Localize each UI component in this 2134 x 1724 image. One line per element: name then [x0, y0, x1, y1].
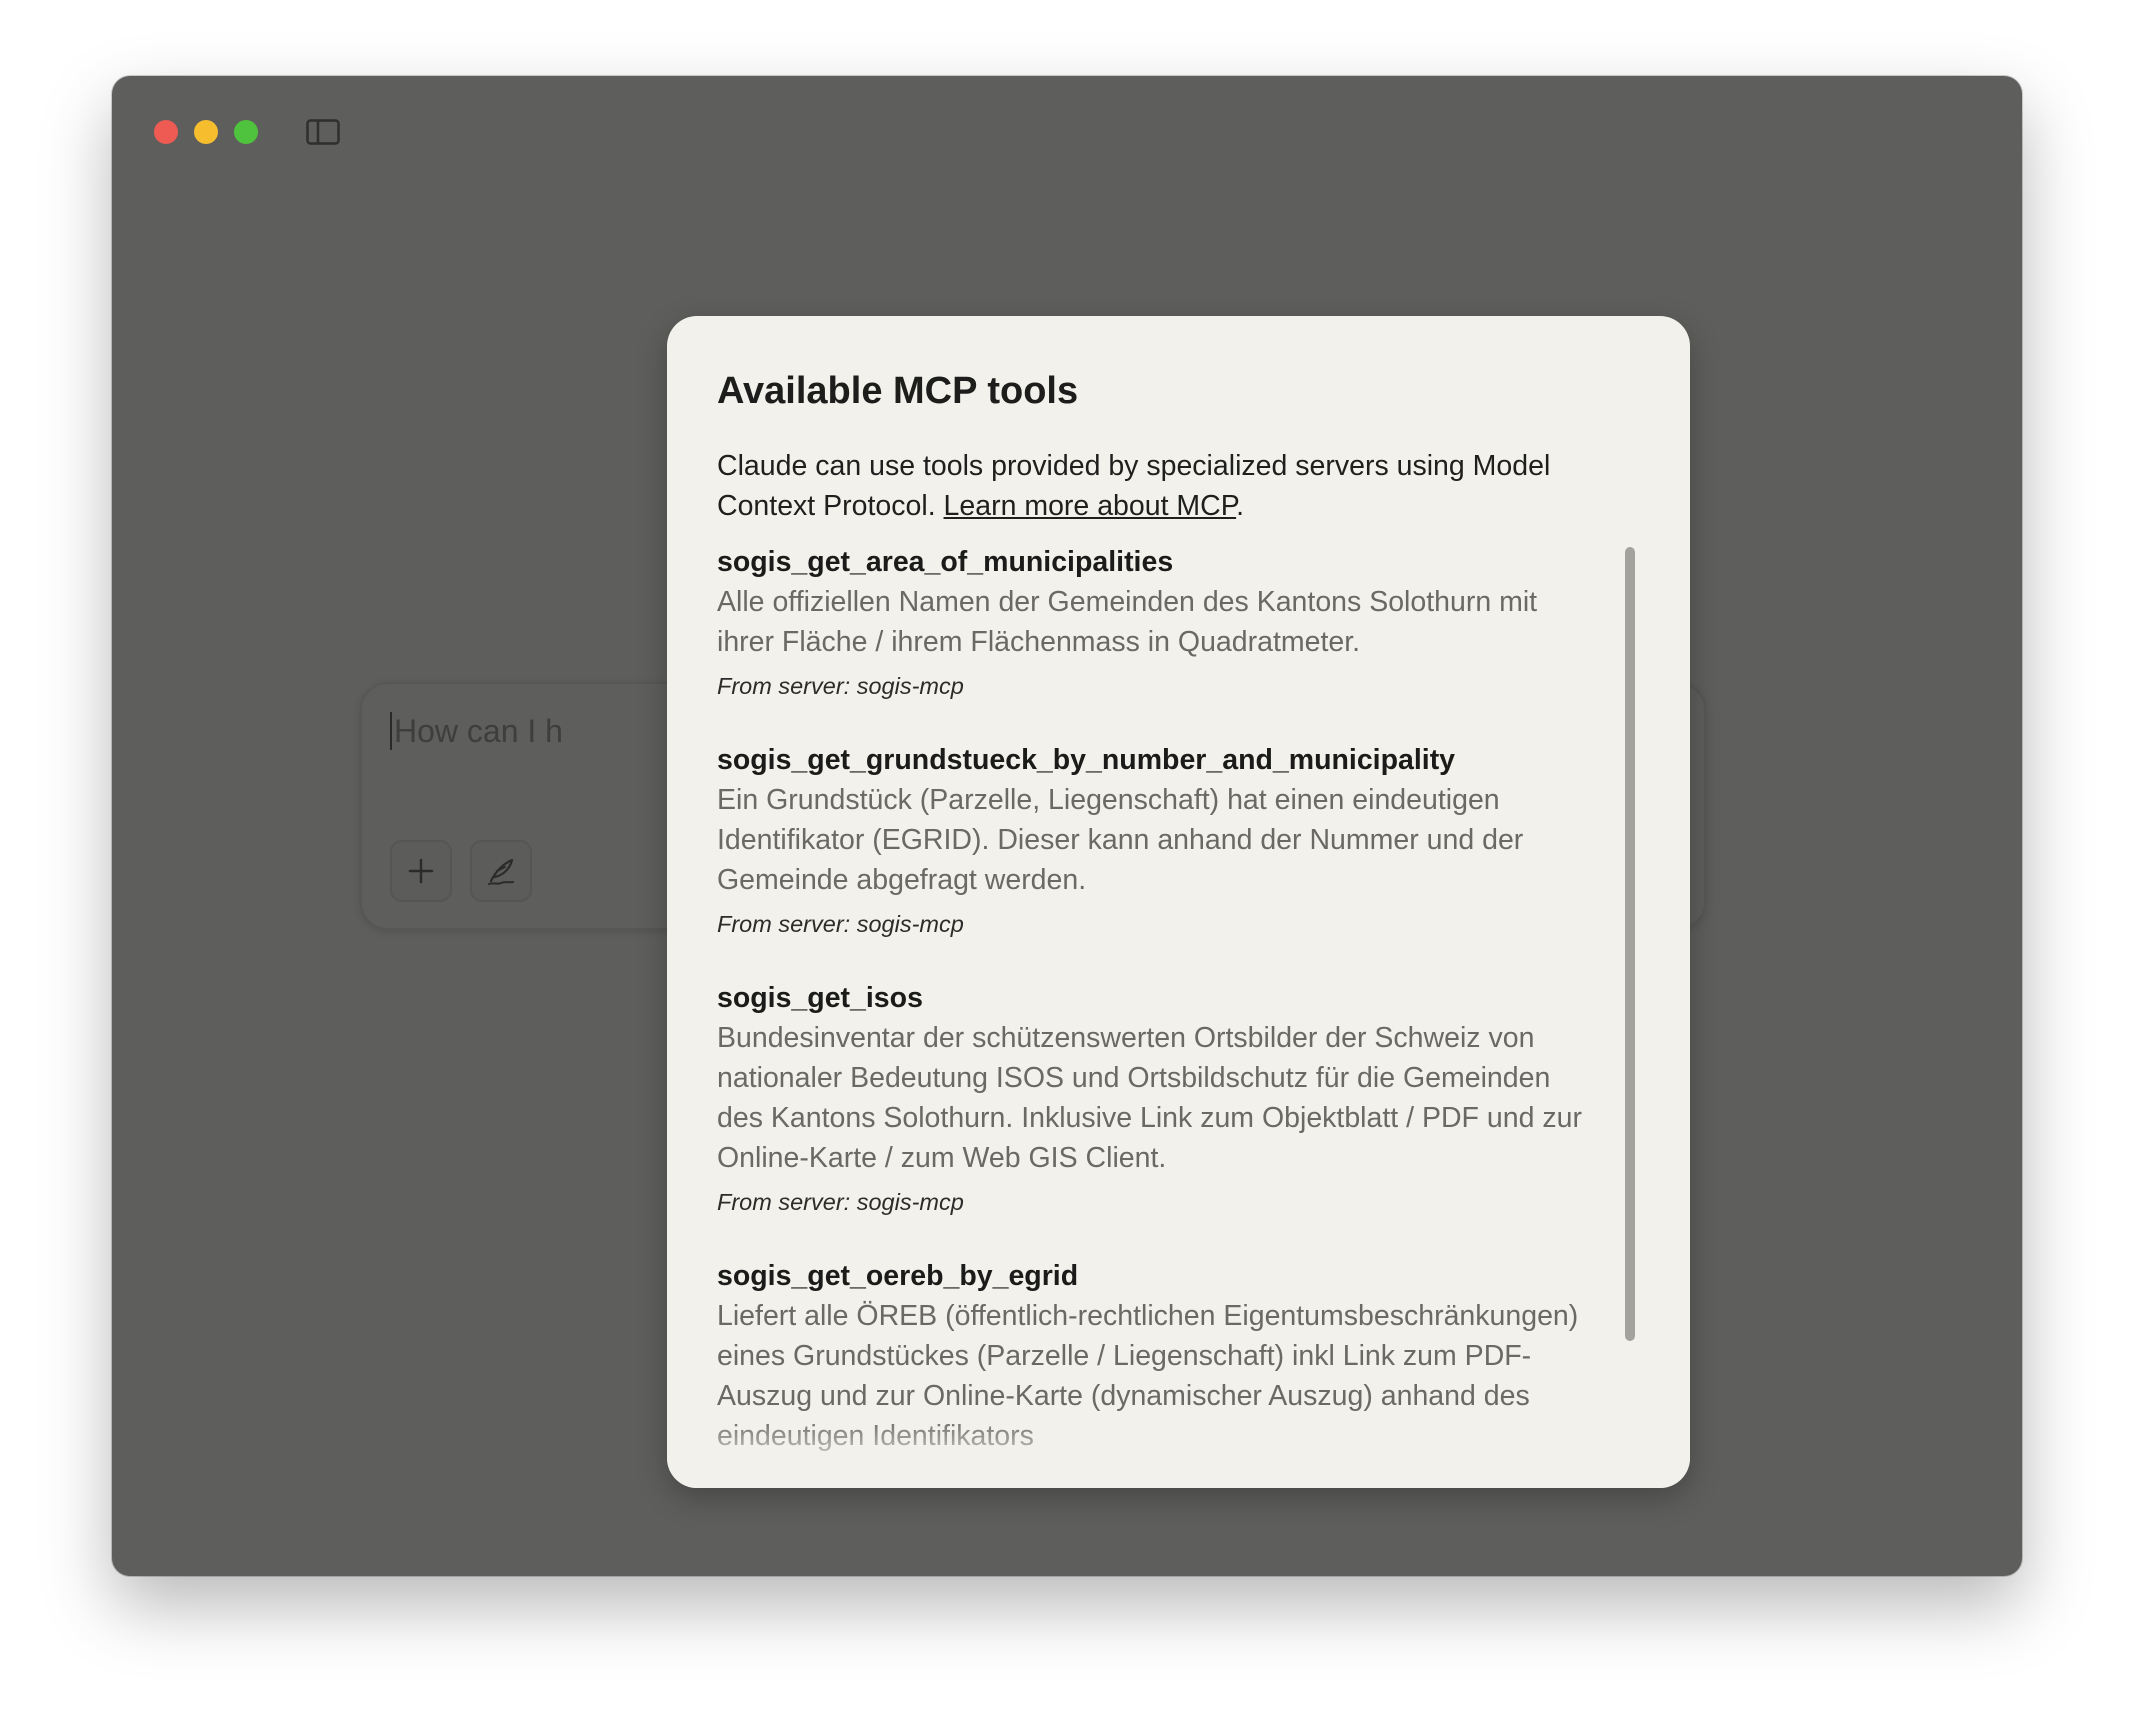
- tool-name: sogis_get_oereb_by_egrid: [717, 1260, 1079, 1292]
- feather-pen-icon: [488, 858, 514, 885]
- modal-title: Available MCP tools: [717, 370, 1079, 412]
- list-fade-overlay: [667, 1418, 1690, 1488]
- tools-list[interactable]: sogis_get_area_of_municipalities Alle of…: [717, 542, 1597, 1488]
- tool-name: sogis_get_area_of_municipalities: [717, 546, 1174, 578]
- mcp-tools-modal: Available MCP tools Claude can use tools…: [667, 316, 1690, 1488]
- window-minimize-button[interactable]: [194, 120, 218, 144]
- tool-name: sogis_get_isos: [717, 982, 923, 1014]
- sidebar-toggle-icon: [306, 119, 340, 145]
- tool-item: sogis_get_grundstueck_by_number_and_muni…: [717, 740, 1597, 940]
- window-maximize-button[interactable]: [234, 120, 258, 144]
- learn-more-mcp-link[interactable]: Learn more about MCP: [944, 490, 1237, 522]
- tool-item: sogis_get_isos Bundesinventar der schütz…: [717, 978, 1597, 1218]
- window-close-button[interactable]: [154, 120, 178, 144]
- app-window: How can I h Available MCP tools Claude c…: [112, 76, 2022, 1576]
- modal-description: Claude can use tools provided by special…: [717, 446, 1617, 526]
- modal-description-suffix: .: [1236, 490, 1245, 522]
- tool-item: sogis_get_area_of_municipalities Alle of…: [717, 542, 1597, 702]
- style-button[interactable]: [470, 840, 532, 902]
- tool-name: sogis_get_grundstueck_by_number_and_muni…: [717, 744, 1456, 776]
- tool-description: Ein Grundstück (Parzelle, Liegenschaft) …: [717, 784, 1524, 896]
- plus-icon: [408, 858, 434, 884]
- tool-server: From server: sogis-mcp: [717, 911, 964, 937]
- message-input[interactable]: How can I h: [390, 712, 563, 750]
- tool-server: From server: sogis-mcp: [717, 673, 964, 699]
- sidebar-toggle-button[interactable]: [306, 119, 340, 145]
- tool-description: Bundesinventar der schützenswerten Ortsb…: [717, 1022, 1582, 1174]
- add-attachment-button[interactable]: [390, 840, 452, 902]
- tools-list-scrollbar[interactable]: [1625, 547, 1635, 1341]
- tool-description: Alle offiziellen Namen der Gemeinden des…: [717, 586, 1538, 658]
- tool-server: From server: sogis-mcp: [717, 1189, 964, 1215]
